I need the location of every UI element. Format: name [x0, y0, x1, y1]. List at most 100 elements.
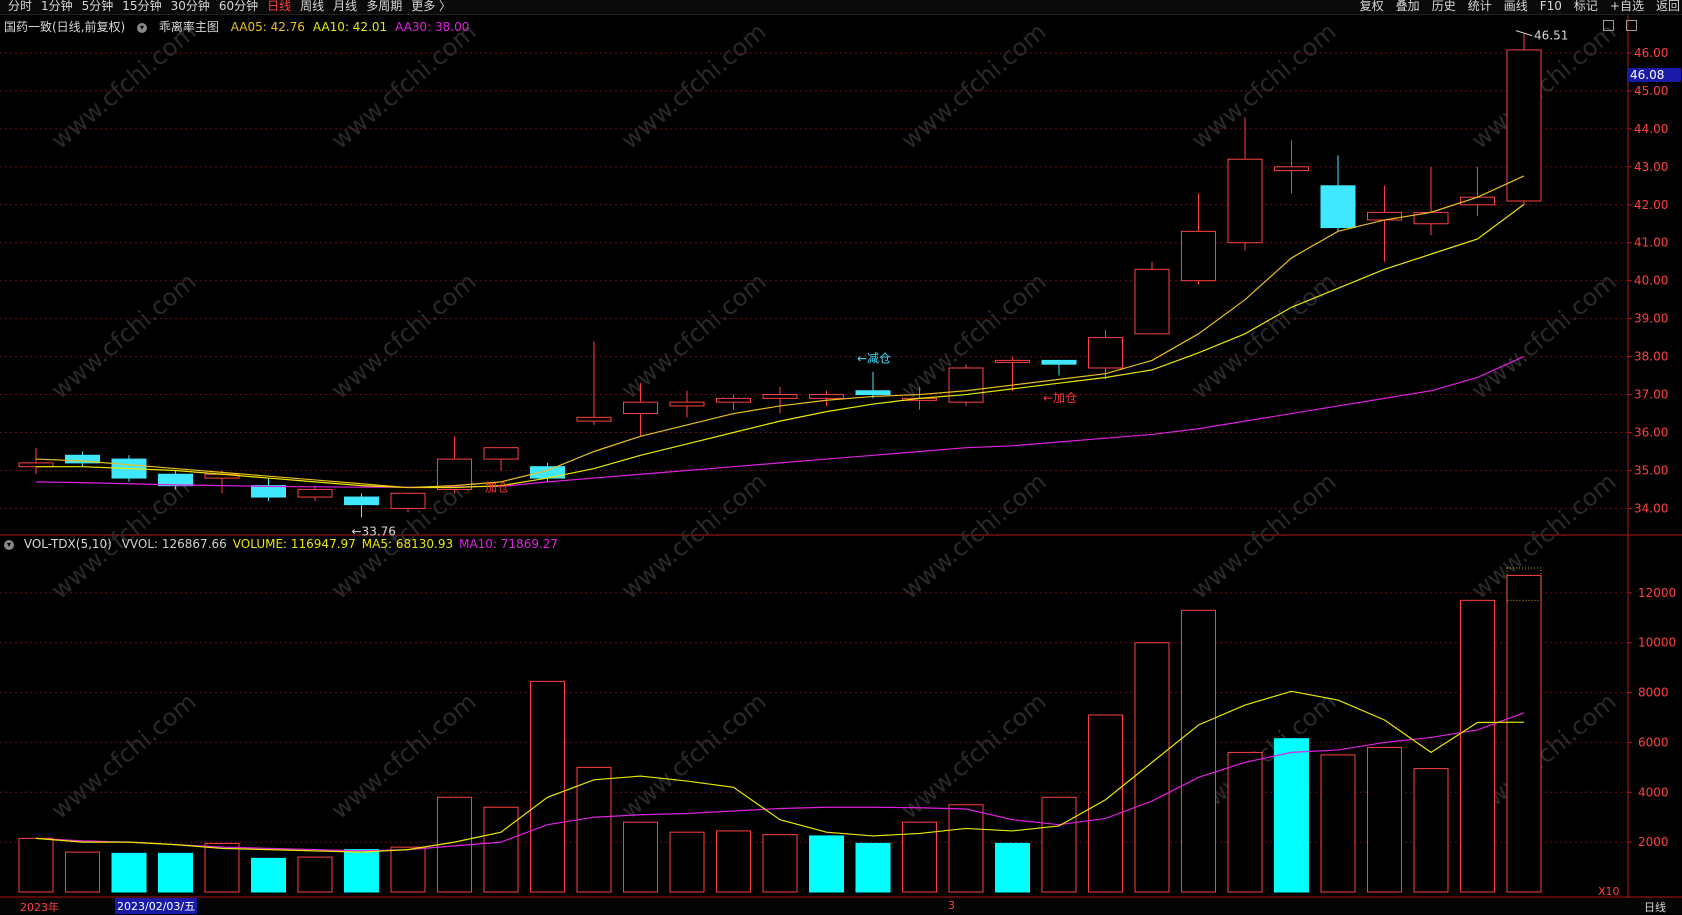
stock-title[interactable]: 国药一致(日线,前复权) [4, 20, 125, 34]
volume-bar-3 [158, 852, 193, 893]
restore-icon[interactable] [1625, 20, 1637, 31]
candle-body-11 [530, 466, 565, 479]
candle-body-24 [1134, 268, 1170, 335]
candle-0 [18, 447, 54, 475]
ma-aa10-line [36, 203, 1525, 489]
volume-bar-32 [1506, 574, 1542, 893]
grid-lines [0, 52, 1628, 843]
volume-bar-4 [204, 842, 240, 893]
volume-bar-11 [530, 680, 565, 893]
price-tick-label-7: 39.00 [1634, 312, 1668, 326]
volume-bar-20 [948, 804, 984, 893]
candle-6 [297, 485, 333, 501]
price-tick-label-6: 40.00 [1634, 274, 1668, 288]
volume-legend-item-1: VOLUME: 116947.97 [232, 537, 356, 551]
price-tick-label-2: 44.00 [1634, 122, 1668, 136]
current-price-badge: 46.08 [1627, 68, 1681, 82]
candle-1 [65, 451, 100, 467]
volume-bar-12 [576, 766, 612, 893]
candle-body-14 [669, 401, 705, 407]
candle-16 [762, 386, 798, 414]
volume-bar-0 [18, 837, 54, 893]
annotation-2: 加仓 [485, 480, 509, 494]
volume-bar-16 [762, 834, 798, 893]
candle-body-21 [995, 359, 1030, 363]
price-tick-label-4: 42.00 [1634, 198, 1668, 212]
volume-legend-item-2: MA5: 68130.93 [361, 537, 454, 551]
watermark-text-3: www.cfchi.com [896, 17, 1052, 154]
volume-bar-24 [1134, 642, 1170, 893]
watermark-text-21: www.cfchi.com [896, 687, 1052, 824]
candle-body-32 [1506, 49, 1542, 202]
maximize-icon[interactable] [1603, 20, 1614, 31]
candle-body-6 [297, 488, 333, 498]
candle-body-23 [1088, 337, 1123, 369]
volume-bar-28 [1320, 754, 1356, 893]
volume-tick-label-3: 6000 [1638, 735, 1669, 749]
volume-settings-icon[interactable]: ▾ [4, 539, 14, 550]
candle-body-15 [716, 397, 751, 403]
price-tick-label-1: 45.00 [1634, 84, 1668, 98]
volume-indicator-name[interactable]: VOL-TDX(5,10) [24, 537, 112, 551]
candle-body-10 [483, 447, 519, 460]
date-label-cursor: 2023/02/03/五 [115, 898, 198, 914]
candle-body-22 [1041, 359, 1077, 365]
candle-5 [251, 478, 286, 501]
watermark-text-2: www.cfchi.com [616, 17, 772, 154]
candle-24 [1134, 261, 1170, 335]
candle-body-18 [855, 390, 891, 396]
ma-legend-item-1: AA10: 42.01 [312, 20, 388, 34]
ma-aa30-line [35, 356, 1525, 488]
candle-7 [344, 493, 379, 518]
candle-body-16 [762, 394, 798, 399]
watermark-text-0: www.cfchi.com [46, 17, 202, 154]
candle-20 [948, 364, 984, 406]
volume-bar-15 [716, 830, 751, 893]
candle-body-26 [1227, 158, 1263, 244]
watermark: www.cfchi.com www.cfchi.com www.cfchi.com w… [46, 17, 1622, 824]
price-panel-header: 国药一致(日线,前复权) ▾ 乖离率主图 AA05: 42.76 AA10: 42… [4, 18, 485, 35]
candle-body-27 [1274, 166, 1309, 172]
volume-legend-item-3: MA10: 71869.27 [459, 537, 559, 551]
watermark-text-7: www.cfchi.com [326, 267, 482, 404]
price-tick-label-10: 36.00 [1634, 426, 1668, 440]
chart-area[interactable]: www.cfchi.com www.cfchi.com www.cfchi.com w… [0, 0, 1682, 913]
candle-body-25 [1181, 230, 1216, 282]
candle-10 [483, 447, 519, 471]
candle-body-29 [1367, 211, 1402, 221]
chart-frame [0, 15, 1682, 898]
candle-15 [716, 394, 751, 410]
price-tick-label-11: 35.00 [1634, 463, 1668, 477]
watermark-text-6: www.cfchi.com [46, 267, 202, 404]
date-label-month: 3 [948, 899, 955, 912]
watermark-text-20: www.cfchi.com [616, 687, 772, 824]
candle-18 [855, 371, 891, 399]
price-tick-label-9: 37.00 [1634, 388, 1668, 402]
watermark-text-17: www.cfchi.com [1466, 467, 1622, 604]
watermark-text-8: www.cfchi.com [616, 267, 772, 404]
volume-bar-27 [1274, 738, 1309, 893]
indicator-name[interactable]: 乖离率主图 [159, 20, 219, 34]
volume-bar-26 [1227, 751, 1263, 893]
volume-tick-label-2: 8000 [1638, 686, 1669, 700]
volume-bar-25 [1181, 609, 1216, 893]
candle-body-20 [948, 367, 984, 403]
high-price-label: 46.51 [1534, 29, 1568, 43]
watermark-text-16: www.cfchi.com [1186, 467, 1342, 604]
volume-tick-label-0: 12000 [1638, 586, 1676, 600]
candle-body-5 [251, 485, 286, 498]
indicator-settings-icon[interactable]: ▾ [137, 22, 148, 33]
volume-bar-21 [995, 842, 1030, 893]
volume-bar-31 [1460, 599, 1495, 893]
price-tick-label-5: 41.00 [1634, 236, 1668, 250]
candle-body-17 [809, 394, 844, 399]
bottom-date-axis: 2023年 2023/02/03/五 3 日线 [0, 898, 1682, 914]
volume-bar-17 [809, 835, 844, 893]
volume-tick-label-5: 2000 [1638, 835, 1669, 849]
candle-27 [1274, 140, 1309, 194]
watermark-text-11: www.cfchi.com [1466, 267, 1622, 404]
candle-23 [1088, 330, 1123, 380]
volume-legend: VVOL: 126867.66 VOLUME: 116947.97 MA5: 681… [122, 537, 564, 551]
volume-bar-22 [1041, 796, 1077, 893]
y-axis-labels: 46.00 45.00 44.00 43.00 42.00 41.00 40.00 39.00… [1598, 46, 1676, 898]
